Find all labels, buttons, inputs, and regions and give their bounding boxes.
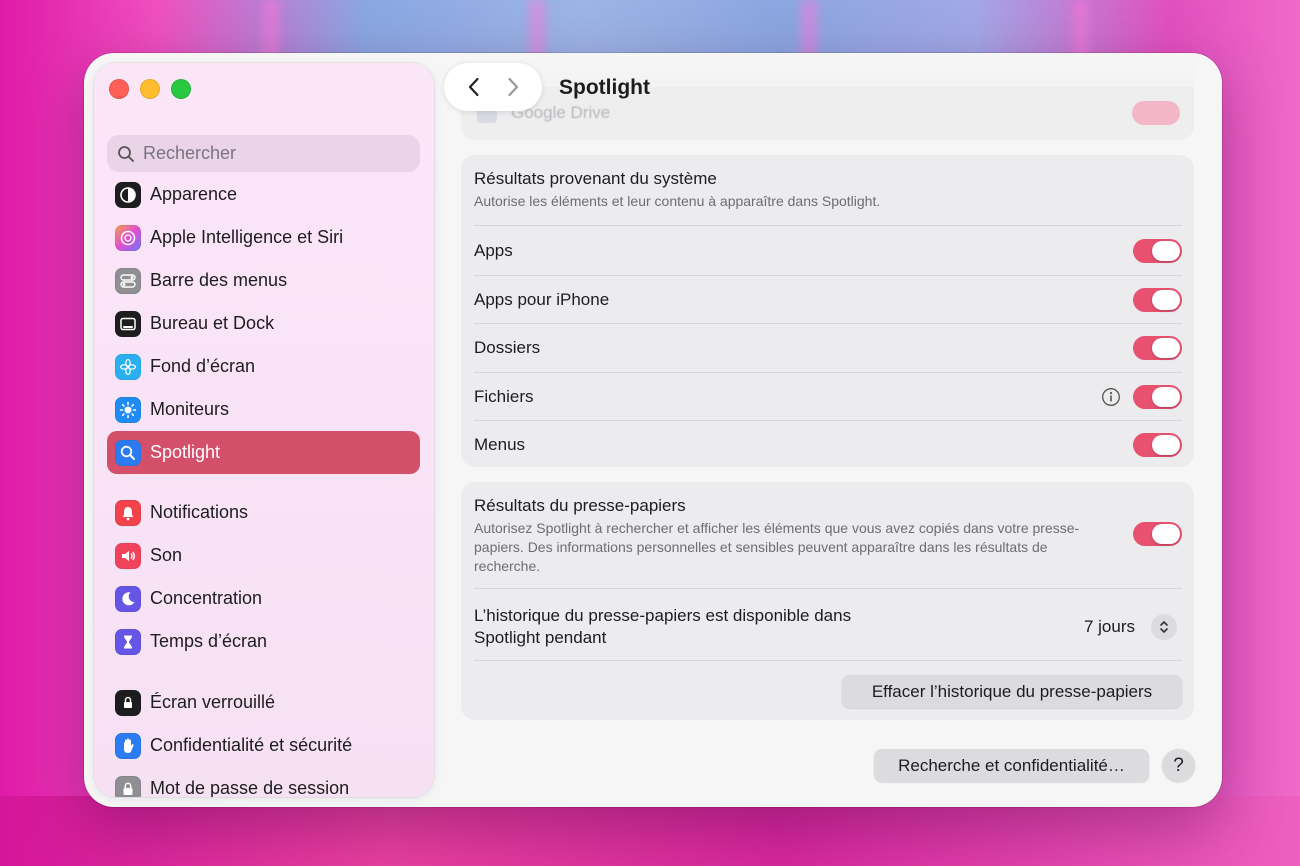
window-controls: [109, 79, 191, 99]
appearance-icon: [115, 181, 141, 208]
sidebar-item-concentration[interactable]: Concentration: [107, 577, 420, 620]
row-fichiers: Fichiers: [474, 373, 1182, 421]
sidebar-item-label: Confidentialité et sécurité: [150, 735, 353, 755]
sidebar-item-label: Écran verrouillé: [150, 692, 276, 712]
search-input[interactable]: [143, 143, 403, 164]
google-drive-toggle[interactable]: [1132, 101, 1180, 125]
sidebar-item-label: Spotlight: [150, 442, 221, 462]
lock-screen-icon: [115, 689, 141, 716]
sidebar-item-label: Temps d’écran: [150, 631, 268, 651]
history-label: L’historique du presse-papiers est dispo…: [474, 606, 852, 647]
sun-icon: [115, 396, 141, 423]
sidebar-item-label: Moniteurs: [150, 399, 230, 419]
sidebar-item-label: Concentration: [150, 588, 263, 608]
forward-button[interactable]: [498, 72, 528, 102]
flower-icon: [115, 353, 141, 380]
sidebar-item-label: Bureau et Dock: [150, 313, 275, 333]
sidebar-item-temps-d-ecran[interactable]: Temps d’écran: [107, 620, 420, 663]
sidebar-item-ecran-verrouille[interactable]: Écran verrouillé: [107, 681, 420, 724]
sidebar-item-apple-intelligence[interactable]: Apple Intelligence et Siri: [107, 216, 420, 259]
hand-icon: [115, 732, 141, 759]
search-privacy-button[interactable]: Recherche et confidentialité…: [874, 749, 1149, 782]
padlock-icon: [115, 775, 141, 797]
sidebar-item-label: Mot de passe de session: [150, 778, 350, 797]
sidebar-item-confidentialite[interactable]: Confidentialité et sécurité: [107, 724, 420, 767]
dock-icon: [115, 310, 141, 337]
magnifier-icon: [115, 439, 141, 466]
sidebar-item-moniteurs[interactable]: Moniteurs: [107, 388, 420, 431]
fichiers-toggle[interactable]: [1133, 385, 1182, 409]
moon-icon: [115, 585, 141, 612]
sidebar-item-barre-des-menus[interactable]: Barre des menus: [107, 259, 420, 302]
chevron-right-icon: [507, 77, 518, 97]
hourglass-icon: [115, 628, 141, 655]
page-title: Spotlight: [559, 76, 650, 99]
apps-iphone-toggle[interactable]: [1133, 288, 1182, 312]
siri-icon: [115, 224, 141, 251]
dossiers-toggle[interactable]: [1133, 336, 1182, 360]
system-results-card: Résultats provenant du système Autorise …: [461, 155, 1194, 467]
menubar-icon: [115, 267, 141, 294]
history-row: L’historique du presse-papiers est dispo…: [474, 592, 1182, 662]
chevron-updown-icon: [1160, 621, 1168, 633]
settings-window: Apparence Apple Intelligence et Siri Bar…: [84, 53, 1222, 807]
sidebar-item-mot-de-passe[interactable]: Mot de passe de session: [107, 767, 420, 797]
clipboard-card: Résultats du presse-papiers Autorisez Sp…: [461, 482, 1194, 720]
sidebar-item-label: Apple Intelligence et Siri: [150, 227, 344, 247]
row-apps: Apps: [474, 227, 1182, 275]
close-button[interactable]: [109, 79, 129, 99]
sidebar-item-label: Fond d’écran: [150, 356, 256, 376]
sidebar-item-label: Notifications: [150, 502, 249, 522]
row-apps-iphone: Apps pour iPhone: [474, 276, 1182, 324]
sidebar-item-apparence[interactable]: Apparence: [107, 173, 420, 216]
row-menus: Menus: [474, 421, 1182, 469]
sidebar: Apparence Apple Intelligence et Siri Bar…: [94, 63, 434, 797]
info-icon[interactable]: [1101, 387, 1121, 407]
sidebar-item-notifications[interactable]: Notifications: [107, 491, 420, 534]
sidebar-search[interactable]: [107, 135, 420, 172]
minimize-button[interactable]: [140, 79, 160, 99]
back-button[interactable]: [459, 72, 489, 102]
history-stepper[interactable]: [1151, 614, 1177, 640]
sidebar-item-son[interactable]: Son: [107, 534, 420, 577]
system-card-title: Résultats provenant du système: [474, 169, 717, 188]
sidebar-item-bureau-et-dock[interactable]: Bureau et Dock: [107, 302, 420, 345]
zoom-button[interactable]: [171, 79, 191, 99]
clipboard-toggle-row: [474, 510, 1182, 558]
search-icon: [118, 145, 134, 162]
menus-toggle[interactable]: [1133, 433, 1182, 457]
row-dossiers: Dossiers: [474, 324, 1182, 372]
sidebar-item-spotlight[interactable]: Spotlight: [107, 431, 420, 474]
clear-history-button[interactable]: Effacer l’historique du presse-papiers: [842, 675, 1182, 708]
sidebar-item-label: Barre des menus: [150, 270, 288, 290]
sidebar-item-label: Son: [150, 545, 183, 565]
sidebar-item-fond-d-ecran[interactable]: Fond d’écran: [107, 345, 420, 388]
help-button[interactable]: ?: [1162, 749, 1195, 782]
apps-toggle[interactable]: [1133, 239, 1182, 263]
chevron-left-icon: [468, 77, 479, 97]
system-card-subtitle: Autorise les éléments et leur contenu à …: [474, 193, 881, 209]
sidebar-item-label: Apparence: [150, 184, 238, 204]
bell-icon: [115, 499, 141, 526]
history-nav: [444, 63, 542, 111]
content-pane: Google Drive Résultats provenant du syst…: [461, 53, 1196, 807]
clipboard-toggle[interactable]: [1133, 522, 1182, 546]
speaker-icon: [115, 542, 141, 569]
history-value[interactable]: 7 jours: [1084, 617, 1135, 637]
